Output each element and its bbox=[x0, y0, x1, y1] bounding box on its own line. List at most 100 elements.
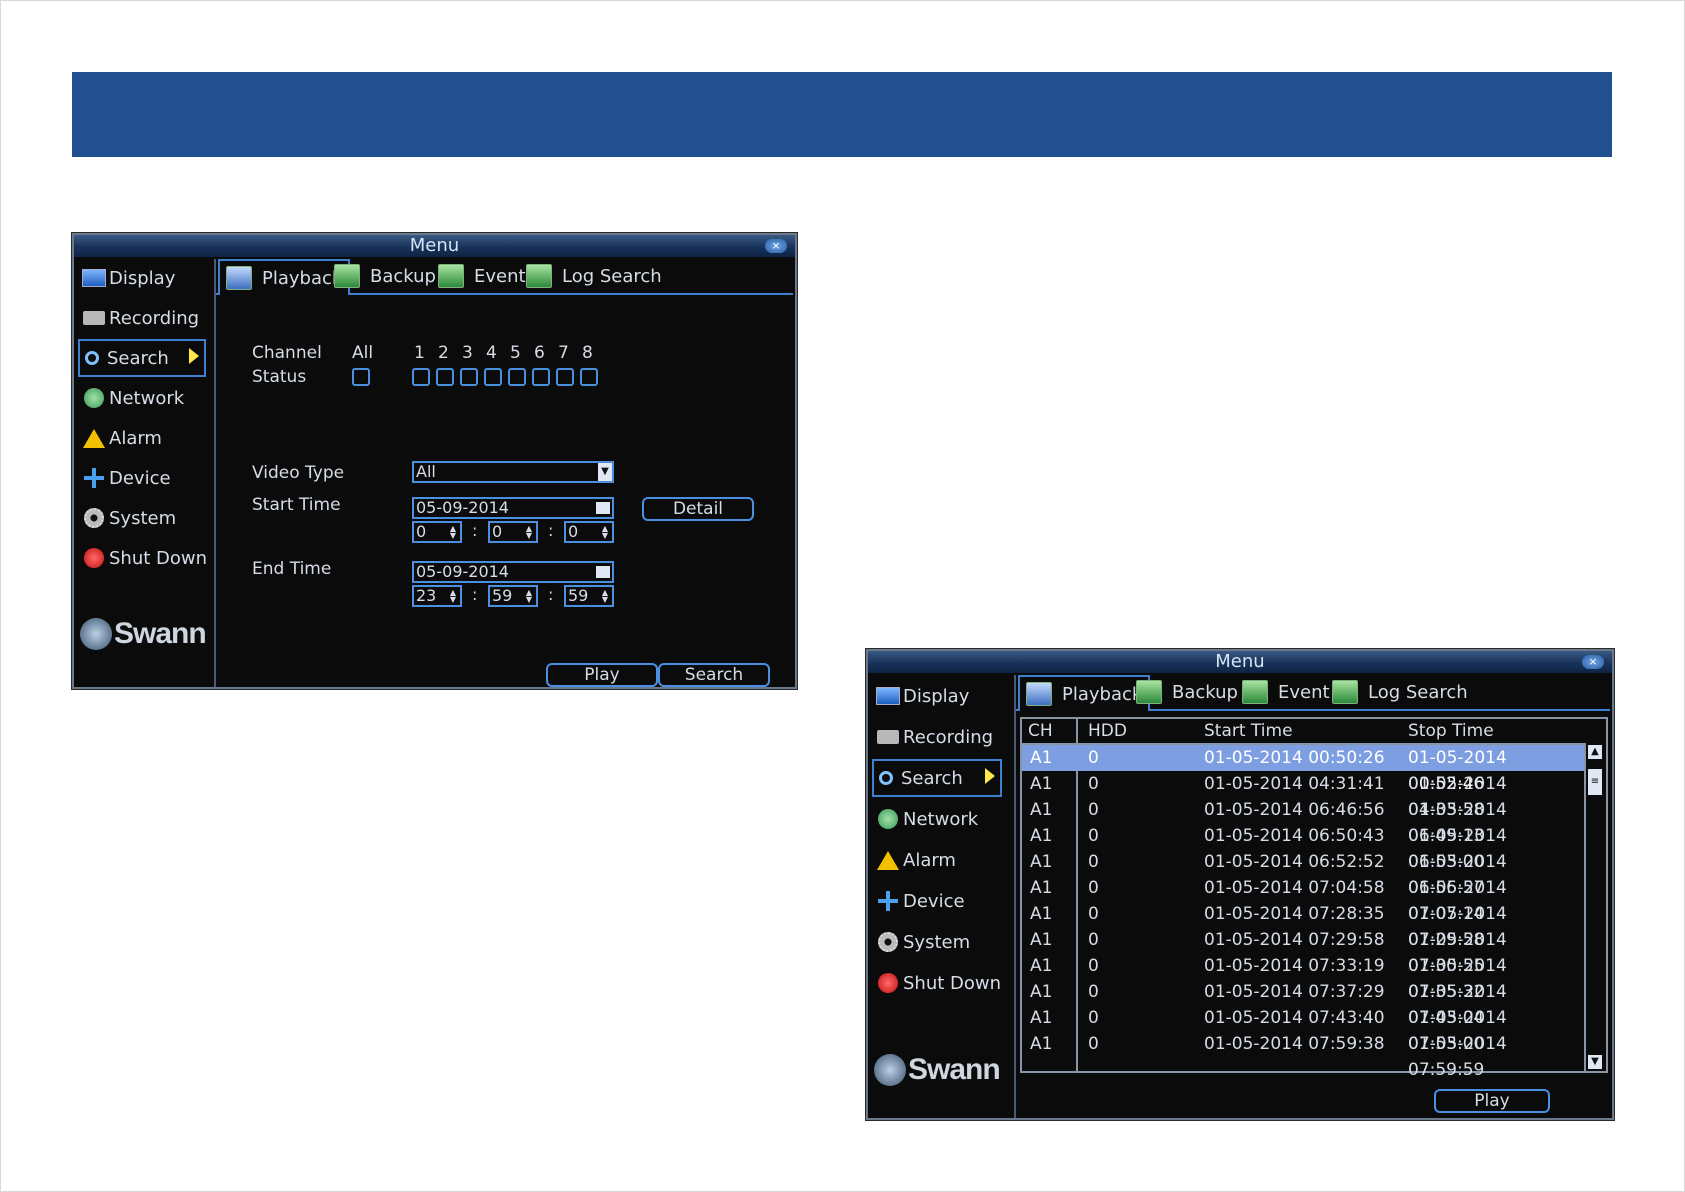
status-label: Status bbox=[252, 367, 307, 387]
detail-button[interactable]: Detail bbox=[642, 497, 754, 521]
tab-event[interactable]: Event bbox=[1242, 677, 1330, 707]
spinner-arrows-icon[interactable]: ▲ ▼ bbox=[448, 589, 458, 604]
start-hour-stepper[interactable]: 0 ▲ ▼ bbox=[412, 521, 462, 543]
table-cell: 01-05-2014 07:33:19 bbox=[1204, 956, 1385, 976]
start-minute-stepper[interactable]: 0 ▲ ▼ bbox=[488, 521, 538, 543]
sidebar: Display Recording Search Network Alarm D… bbox=[74, 259, 216, 687]
sidebar-item-search[interactable]: Search bbox=[78, 339, 206, 377]
sidebar-item-recording[interactable]: Recording bbox=[876, 720, 993, 754]
tab-playback[interactable]: Playback bbox=[218, 259, 351, 295]
tab-log-search[interactable]: Log Search bbox=[526, 261, 662, 291]
table-row[interactable]: A1 0 01-05-2014 04:31:41 01-05-2014 04:33:5… bbox=[1022, 771, 1584, 820]
scrollbar[interactable]: ▲ ≡ ▼ bbox=[1584, 743, 1606, 1071]
spinner-arrows-icon[interactable]: ▲ ▼ bbox=[600, 525, 610, 540]
table-row[interactable]: A1 0 01-05-2014 06:52:52 01-05-2014 06:56:5… bbox=[1022, 849, 1584, 898]
calendar-icon[interactable] bbox=[596, 502, 610, 514]
selected-arrow-icon bbox=[985, 768, 995, 784]
sidebar-item-device[interactable]: Device bbox=[82, 461, 171, 495]
all-label: All bbox=[352, 343, 374, 363]
end-second-stepper[interactable]: 59 ▲ ▼ bbox=[564, 585, 614, 607]
sidebar-item-display[interactable]: Display bbox=[876, 679, 969, 713]
scroll-thumb[interactable]: ≡ bbox=[1588, 769, 1602, 795]
sidebar-item-network[interactable]: Network bbox=[82, 381, 184, 415]
table-cell: 01-05-2014 00:50:26 bbox=[1204, 748, 1385, 768]
scroll-down-icon[interactable]: ▼ bbox=[1588, 1055, 1602, 1069]
header-banner bbox=[72, 72, 1612, 157]
all-checkbox[interactable] bbox=[352, 368, 370, 386]
sidebar-item-shut-down[interactable]: Shut Down bbox=[876, 966, 1001, 1000]
tab-log-search[interactable]: Log Search bbox=[1332, 677, 1468, 707]
channel-number: 1 bbox=[414, 343, 425, 363]
window-title: Menu bbox=[868, 651, 1612, 673]
table-cell: 0 bbox=[1088, 930, 1099, 950]
channel-checkbox[interactable] bbox=[412, 368, 430, 386]
table-row[interactable]: A1 0 01-05-2014 07:28:35 01-05-2014 07:29:5… bbox=[1022, 901, 1584, 950]
recording-icon bbox=[83, 311, 105, 325]
tab-backup[interactable]: Backup bbox=[334, 261, 436, 291]
sidebar-item-network[interactable]: Network bbox=[876, 802, 978, 836]
table-cell: 01-05-2014 07:37:29 bbox=[1204, 982, 1385, 1002]
close-icon[interactable]: × bbox=[1582, 655, 1604, 669]
start-hour-value: 0 bbox=[416, 522, 427, 541]
start-date-field[interactable]: 05-09-2014 bbox=[412, 497, 614, 519]
channel-checkbox[interactable] bbox=[580, 368, 598, 386]
end-hour-stepper[interactable]: 23 ▲ ▼ bbox=[412, 585, 462, 607]
gear-icon bbox=[878, 932, 898, 952]
table-row[interactable]: A1 0 01-05-2014 07:37:29 01-05-2014 07:43:0… bbox=[1022, 979, 1584, 1028]
spinner-arrows-icon[interactable]: ▲ ▼ bbox=[524, 589, 534, 604]
channel-checkbox[interactable] bbox=[460, 368, 478, 386]
play-button[interactable]: Play bbox=[546, 663, 658, 687]
spinner-arrows-icon[interactable]: ▲ ▼ bbox=[600, 589, 610, 604]
end-minute-stepper[interactable]: 59 ▲ ▼ bbox=[488, 585, 538, 607]
sidebar-item-label: Search bbox=[107, 347, 169, 369]
sidebar-item-alarm[interactable]: Alarm bbox=[876, 843, 956, 877]
table-cell: A1 bbox=[1030, 1008, 1053, 1028]
start-second-stepper[interactable]: 0 ▲ ▼ bbox=[564, 521, 614, 543]
sidebar-item-system[interactable]: System bbox=[82, 501, 176, 535]
table-cell: 0 bbox=[1088, 1034, 1099, 1054]
sidebar-item-recording[interactable]: Recording bbox=[82, 301, 199, 335]
play-button[interactable]: Play bbox=[1434, 1089, 1550, 1113]
sidebar-item-shut-down[interactable]: Shut Down bbox=[82, 541, 207, 575]
table-row[interactable]: A1 0 01-05-2014 07:29:58 01-05-2014 07:30:5… bbox=[1022, 927, 1584, 976]
table-row[interactable]: A1 0 01-05-2014 07:33:19 01-05-2014 07:35:3… bbox=[1022, 953, 1584, 1002]
tab-event[interactable]: Event bbox=[438, 261, 526, 291]
table-row[interactable]: A1 0 01-05-2014 07:04:58 01-05-2014 07:07:1… bbox=[1022, 875, 1584, 924]
sidebar-item-label: Device bbox=[903, 890, 965, 912]
table-row[interactable]: A1 0 01-05-2014 07:43:40 01-05-2014 07:53:0… bbox=[1022, 1005, 1584, 1054]
channel-checkbox[interactable] bbox=[436, 368, 454, 386]
sidebar-item-device[interactable]: Device bbox=[876, 884, 965, 918]
table-cell: A1 bbox=[1030, 956, 1053, 976]
table-cell: A1 bbox=[1030, 904, 1053, 924]
sidebar-item-display[interactable]: Display bbox=[82, 261, 175, 295]
event-icon bbox=[1242, 680, 1268, 704]
tab-playback[interactable]: Playback bbox=[1018, 675, 1151, 711]
table-cell: A1 bbox=[1030, 852, 1053, 872]
table-cell: 0 bbox=[1088, 982, 1099, 1002]
end-date-field[interactable]: 05-09-2014 bbox=[412, 561, 614, 583]
tab-label: Event bbox=[1278, 681, 1330, 703]
sidebar-item-system[interactable]: System bbox=[876, 925, 970, 959]
table-row[interactable]: A1 0 01-05-2014 07:59:38 01-05-2014 07:59:5… bbox=[1022, 1031, 1584, 1080]
close-icon[interactable]: × bbox=[765, 239, 787, 253]
tab-backup[interactable]: Backup bbox=[1136, 677, 1238, 707]
channel-checkbox[interactable] bbox=[508, 368, 526, 386]
sidebar-item-label: Network bbox=[903, 808, 979, 830]
video-type-select[interactable]: All ▼ bbox=[412, 461, 614, 483]
spinner-arrows-icon[interactable]: ▲ ▼ bbox=[448, 525, 458, 540]
sidebar-item-alarm[interactable]: Alarm bbox=[82, 421, 162, 455]
channel-checkbox[interactable] bbox=[484, 368, 502, 386]
table-row[interactable]: A1 0 01-05-2014 00:50:26 01-05-2014 00:52:4… bbox=[1022, 745, 1584, 794]
backup-icon bbox=[334, 264, 360, 288]
calendar-icon[interactable] bbox=[596, 566, 610, 578]
gear-icon bbox=[84, 508, 104, 528]
channel-checkbox[interactable] bbox=[532, 368, 550, 386]
spinner-arrows-icon[interactable]: ▲ ▼ bbox=[524, 525, 534, 540]
table-row[interactable]: A1 0 01-05-2014 06:46:56 01-05-2014 06:49:1… bbox=[1022, 797, 1584, 846]
search-button[interactable]: Search bbox=[658, 663, 770, 687]
table-cell: A1 bbox=[1030, 826, 1053, 846]
sidebar-item-search[interactable]: Search bbox=[872, 759, 1002, 797]
table-row[interactable]: A1 0 01-05-2014 06:50:43 01-05-2014 06:53:0… bbox=[1022, 823, 1584, 872]
scroll-up-icon[interactable]: ▲ bbox=[1588, 745, 1602, 759]
channel-checkbox[interactable] bbox=[556, 368, 574, 386]
